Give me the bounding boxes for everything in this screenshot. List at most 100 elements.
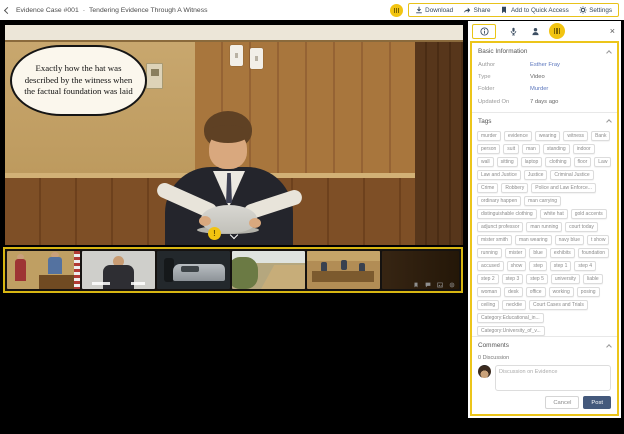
- tag-chip[interactable]: Law and Justice: [477, 170, 521, 181]
- tag-chip[interactable]: ordinary happen: [477, 196, 521, 207]
- tag-chip[interactable]: accused: [477, 261, 504, 272]
- tag-chip[interactable]: person: [477, 144, 500, 155]
- author-link[interactable]: Esther Fray: [530, 59, 560, 71]
- pause-indicator-button[interactable]: [390, 4, 403, 17]
- gear-icon[interactable]: [449, 282, 455, 288]
- tag-chip[interactable]: posing: [577, 287, 600, 298]
- tag-chip[interactable]: adjunct professor: [477, 222, 523, 233]
- bookmark-icon[interactable]: [413, 282, 419, 288]
- tag-chip[interactable]: laptop: [521, 157, 543, 168]
- tab-grid-active[interactable]: [549, 23, 565, 39]
- tag-chip[interactable]: Justice: [524, 170, 548, 181]
- back-button[interactable]: [5, 8, 10, 13]
- tag-chip[interactable]: wearing: [535, 131, 561, 142]
- tag-chip[interactable]: standing: [543, 144, 570, 155]
- tag-chip[interactable]: step 2: [477, 274, 499, 285]
- tag-chip[interactable]: university: [551, 274, 580, 285]
- tag-chip[interactable]: Bank: [591, 131, 610, 142]
- timeline-marker[interactable]: !: [208, 227, 221, 240]
- comment-icon[interactable]: [425, 282, 431, 288]
- figure-red: [15, 259, 26, 281]
- tag-chip[interactable]: working: [549, 287, 574, 298]
- tag-chip[interactable]: running: [477, 248, 502, 259]
- download-button[interactable]: Download: [415, 6, 454, 14]
- tag-chip[interactable]: desk: [504, 287, 523, 298]
- tag-chip[interactable]: evidence: [504, 131, 532, 142]
- tag-chip[interactable]: step 5: [526, 274, 548, 285]
- tag-chip[interactable]: sitting: [497, 157, 518, 168]
- tag-chip[interactable]: witness: [563, 131, 588, 142]
- thumbnail-courtroom-two-people[interactable]: [7, 251, 80, 289]
- tag-chip[interactable]: man running: [526, 222, 562, 233]
- thumbnail-man-in-suit[interactable]: [82, 251, 155, 289]
- tag-chip[interactable]: Robbery: [501, 183, 528, 194]
- tag-chip[interactable]: blue: [529, 248, 546, 259]
- tag-chip[interactable]: wall: [477, 157, 494, 168]
- tag-chip[interactable]: clothing: [545, 157, 570, 168]
- tab-info[interactable]: [472, 24, 496, 39]
- tag-chip[interactable]: court today: [565, 222, 598, 233]
- tag-chip[interactable]: foundation: [578, 248, 609, 259]
- tag-chip[interactable]: gold accents: [571, 209, 607, 220]
- tag-chip[interactable]: navy blue: [555, 235, 584, 246]
- tag-chip[interactable]: t show: [587, 235, 609, 246]
- tag-chip[interactable]: step 1: [550, 261, 572, 272]
- tag-chip[interactable]: Crime: [477, 183, 498, 194]
- tag-chip[interactable]: indoor: [573, 144, 595, 155]
- tag-chip[interactable]: step 3: [502, 274, 524, 285]
- tag-chip[interactable]: step 4: [574, 261, 596, 272]
- tag-chip[interactable]: mister smith: [477, 235, 512, 246]
- tag-chip[interactable]: office: [526, 287, 546, 298]
- image-icon[interactable]: [437, 282, 443, 288]
- dirt-road: [261, 265, 305, 289]
- tag-chip[interactable]: white hat: [540, 209, 568, 220]
- tags-header[interactable]: Tags: [472, 113, 617, 128]
- tag-chip[interactable]: suit: [503, 144, 519, 155]
- tag-chip[interactable]: Category:University_of_v...: [477, 326, 545, 336]
- tag-chip[interactable]: Category:Educational_in...: [477, 313, 544, 324]
- tag-chip[interactable]: ceiling: [477, 300, 499, 311]
- tag-chip[interactable]: man wearing: [515, 235, 552, 246]
- tag-chip[interactable]: floor: [574, 157, 592, 168]
- tag-chip[interactable]: man carrying: [524, 196, 561, 207]
- add-to-quick-access-button[interactable]: Add to Quick Access: [500, 6, 568, 14]
- tag-chip[interactable]: man: [522, 144, 540, 155]
- tag-chip[interactable]: mister: [505, 248, 527, 259]
- caption-speech-bubble: Exactly how the hat was described by the…: [10, 45, 147, 116]
- filmstrip[interactable]: [3, 247, 463, 293]
- comment-input[interactable]: [495, 365, 611, 391]
- settings-button[interactable]: Settings: [579, 6, 612, 14]
- tag-chip[interactable]: Police and Law Enforce...: [531, 183, 596, 194]
- tag-chip[interactable]: Court Cases and Trials: [529, 300, 588, 311]
- folder-link[interactable]: Murder: [530, 83, 548, 95]
- tag-chip[interactable]: Law: [594, 157, 611, 168]
- tag-chip[interactable]: woman: [477, 287, 501, 298]
- info-icon: [480, 27, 489, 36]
- video-player[interactable]: Exactly how the hat was described by the…: [5, 25, 463, 245]
- thumbnail-car-scene[interactable]: [157, 251, 230, 289]
- info-row-folder: Folder Murder: [478, 83, 611, 95]
- tag-chip[interactable]: necktie: [502, 300, 526, 311]
- tag-chip[interactable]: murder: [477, 131, 501, 142]
- panel-tabs: ×: [468, 21, 621, 41]
- share-button[interactable]: Share: [463, 6, 490, 14]
- tab-people[interactable]: [531, 27, 540, 36]
- close-panel-button[interactable]: ×: [608, 25, 617, 38]
- tag-chip[interactable]: liable: [583, 274, 603, 285]
- basic-information-header[interactable]: Basic Information: [472, 43, 617, 58]
- dark-cabinet: [415, 42, 463, 245]
- tag-chip[interactable]: step: [529, 261, 546, 272]
- tag-chip[interactable]: exhibits: [550, 248, 575, 259]
- comments-header[interactable]: Comments: [472, 337, 617, 352]
- post-button[interactable]: Post: [583, 396, 611, 409]
- witness-left-hand: [199, 216, 211, 226]
- tag-chip[interactable]: show: [507, 261, 527, 272]
- tag-chip[interactable]: Criminal Justice: [550, 170, 593, 181]
- chevron-up-icon: [606, 119, 612, 125]
- thumbnail-courtroom-wide[interactable]: [307, 251, 380, 289]
- thumbnail-street-scene[interactable]: [232, 251, 305, 289]
- tab-audio[interactable]: [509, 27, 518, 36]
- tag-chip[interactable]: distinguishable clothing: [477, 209, 537, 220]
- download-icon: [415, 6, 423, 14]
- cancel-button[interactable]: Cancel: [545, 396, 579, 409]
